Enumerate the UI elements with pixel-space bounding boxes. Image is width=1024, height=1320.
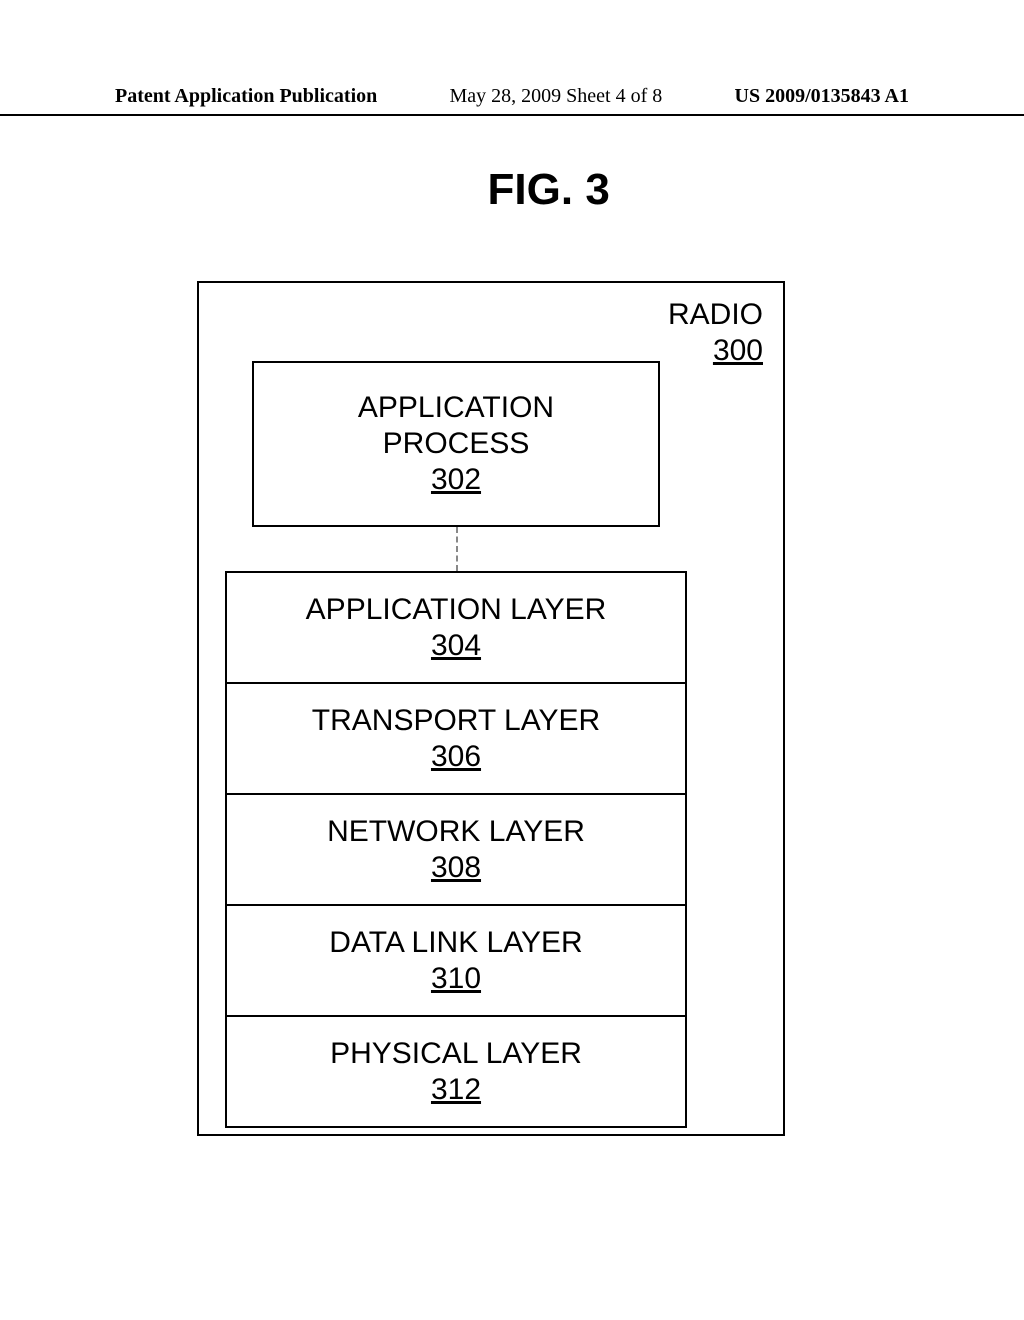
application-process-block: APPLICATION PROCESS 302	[252, 361, 660, 527]
layer-label: DATA LINK LAYER	[329, 925, 582, 961]
radio-block: RADIO 300 APPLICATION PROCESS 302 APPLIC…	[197, 281, 785, 1136]
radio-ref-num: 300	[713, 334, 763, 367]
physical-layer-block: PHYSICAL LAYER 312	[225, 1015, 687, 1128]
page-header: Patent Application Publication May 28, 2…	[0, 85, 1024, 116]
data-link-layer-block: DATA LINK LAYER 310	[225, 904, 687, 1017]
app-process-ref-num: 302	[431, 462, 481, 498]
layers-container: APPLICATION LAYER 304 TRANSPORT LAYER 30…	[225, 571, 687, 1126]
layer-ref-num: 310	[431, 961, 481, 997]
header-left: Patent Application Publication	[115, 85, 377, 108]
layer-ref-num: 304	[431, 628, 481, 664]
layer-ref-num: 312	[431, 1072, 481, 1108]
layer-ref-num: 306	[431, 739, 481, 775]
transport-layer-block: TRANSPORT LAYER 306	[225, 682, 687, 795]
radio-label-text: RADIO	[668, 298, 763, 331]
layer-ref-num: 308	[431, 850, 481, 886]
network-layer-block: NETWORK LAYER 308	[225, 793, 687, 906]
radio-label: RADIO 300	[668, 297, 763, 369]
header-center: May 28, 2009 Sheet 4 of 8	[450, 85, 663, 108]
layer-label: NETWORK LAYER	[327, 814, 585, 850]
layer-label: PHYSICAL LAYER	[330, 1036, 582, 1072]
layer-label: APPLICATION LAYER	[306, 592, 607, 628]
app-process-line1: APPLICATION	[358, 390, 554, 426]
figure-title: FIG. 3	[488, 165, 610, 215]
header-right: US 2009/0135843 A1	[735, 85, 909, 108]
application-layer-block: APPLICATION LAYER 304	[225, 571, 687, 684]
dashed-connector	[456, 527, 458, 571]
app-process-line2: PROCESS	[383, 426, 530, 462]
layer-label: TRANSPORT LAYER	[312, 703, 600, 739]
